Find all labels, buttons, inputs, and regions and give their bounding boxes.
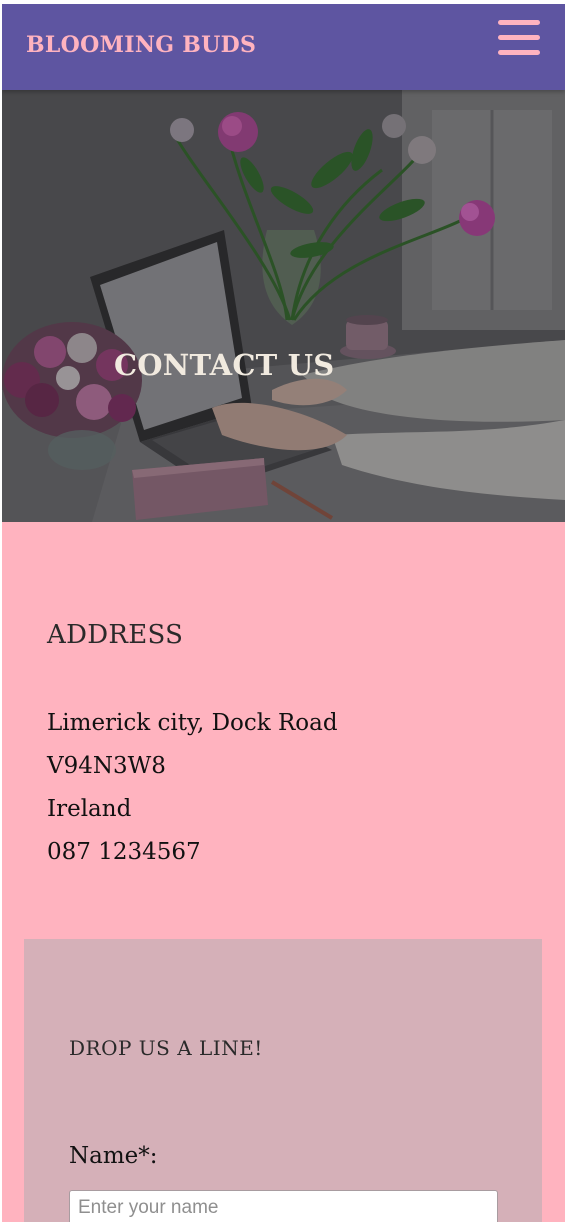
- brand-logo-link[interactable]: BLOOMING BUDS: [26, 32, 256, 58]
- form-heading: DROP US A LINE!: [69, 1036, 263, 1060]
- menu-bar-top: [498, 20, 540, 25]
- address-street: Limerick city, Dock Road: [47, 710, 338, 736]
- menu-bar-bottom: [498, 50, 540, 55]
- hamburger-menu-icon[interactable]: [498, 18, 542, 58]
- menu-bar-middle: [498, 35, 540, 40]
- address-country: Ireland: [47, 796, 132, 822]
- address-heading: ADDRESS: [47, 620, 184, 650]
- name-input[interactable]: [69, 1190, 498, 1222]
- address-section: ADDRESS Limerick city, Dock Road V94N3W8…: [2, 522, 565, 922]
- hero-banner: CONTACT US: [2, 90, 565, 522]
- address-lines: Limerick city, Dock Road V94N3W8 Ireland…: [47, 702, 338, 874]
- name-label: Name*:: [69, 1143, 158, 1169]
- page: BLOOMING BUDS CONTACT US ADDRESS Limeric…: [2, 4, 565, 1222]
- site-header: BLOOMING BUDS: [2, 4, 565, 90]
- address-postcode: V94N3W8: [47, 753, 166, 779]
- page-title: CONTACT US: [114, 348, 335, 382]
- address-phone: 087 1234567: [47, 839, 201, 865]
- desk-laptop-flowers-photo: [2, 90, 565, 522]
- contact-form: DROP US A LINE! Name*:: [24, 939, 542, 1222]
